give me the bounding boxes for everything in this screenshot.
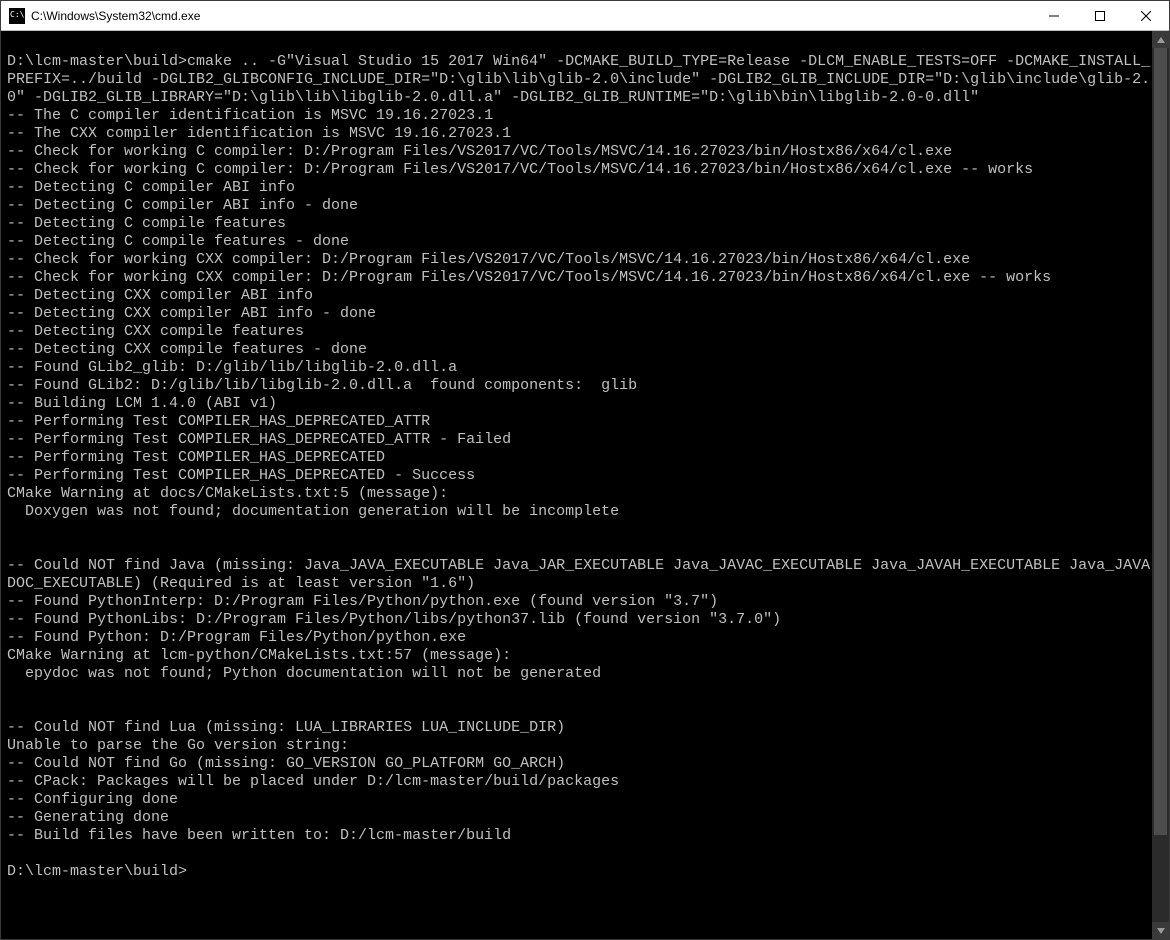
scrollbar-track[interactable] <box>1152 48 1169 922</box>
maximize-button[interactable] <box>1077 1 1123 31</box>
maximize-icon <box>1095 11 1105 21</box>
vertical-scrollbar[interactable] <box>1152 31 1169 939</box>
close-icon <box>1141 11 1151 21</box>
terminal-output[interactable]: D:\lcm-master\build>cmake .. -G"Visual S… <box>7 35 1151 881</box>
titlebar[interactable]: C:\Windows\System32\cmd.exe <box>1 1 1169 31</box>
cmd-icon <box>9 8 25 24</box>
scroll-down-button[interactable] <box>1152 922 1169 939</box>
window-title: C:\Windows\System32\cmd.exe <box>31 9 200 23</box>
terminal-area[interactable]: D:\lcm-master\build>cmake .. -G"Visual S… <box>1 31 1169 939</box>
chevron-down-icon <box>1157 927 1165 935</box>
minimize-icon <box>1049 11 1059 21</box>
cmd-window: C:\Windows\System32\cmd.exe D:\lcm-maste… <box>0 0 1170 940</box>
chevron-up-icon <box>1157 36 1165 44</box>
scroll-up-button[interactable] <box>1152 31 1169 48</box>
minimize-button[interactable] <box>1031 1 1077 31</box>
close-button[interactable] <box>1123 1 1169 31</box>
scrollbar-thumb[interactable] <box>1154 48 1167 835</box>
